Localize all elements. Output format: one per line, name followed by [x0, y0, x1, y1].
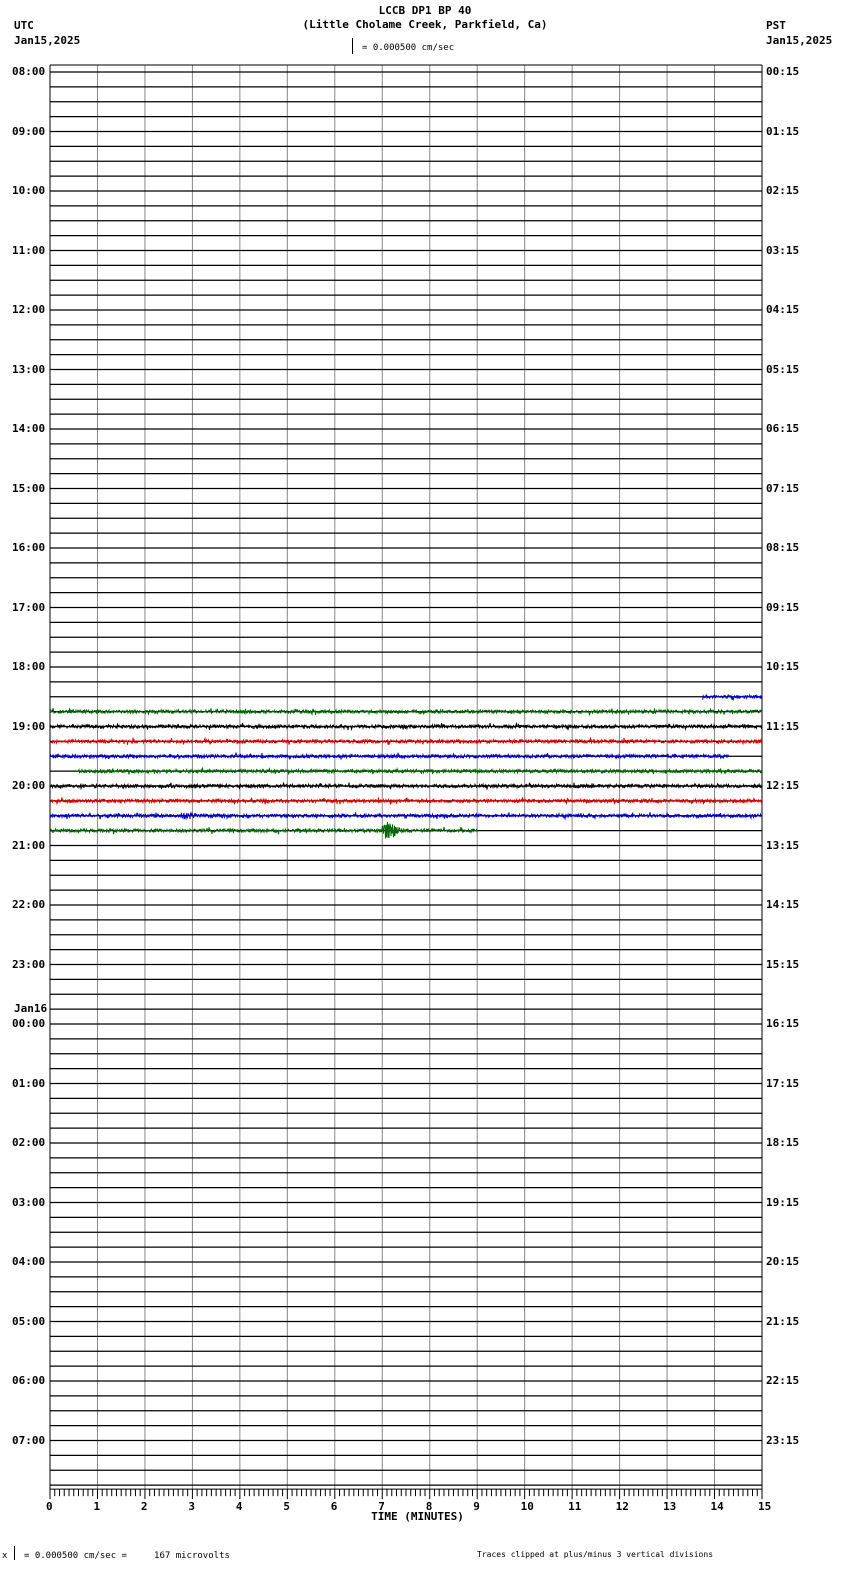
pst-hour-label: 13:15 [766, 838, 800, 852]
pst-hour-label: 17:15 [766, 1076, 800, 1090]
utc-hour-label: 08:00 [12, 65, 46, 78]
utc-hour-label: 11:00 [12, 243, 46, 257]
utc-hour-label: 06:00 [12, 1374, 46, 1387]
seismic-trace [49, 781, 763, 791]
x-axis-label: TIME (MINUTES) [371, 1510, 464, 1523]
pst-hour-label: 06:15 [766, 422, 800, 435]
pst-hour-label: 08:15 [766, 541, 800, 554]
pst-hour-label: 10:15 [766, 660, 800, 673]
footer-scale-text: = 0.000500 cm/sec = 167 microvolts [24, 1551, 230, 1561]
pst-hour-label: 23:15 [766, 1433, 800, 1447]
pst-hour-label: 20:15 [766, 1255, 800, 1268]
pst-hour-label: 16:15 [766, 1017, 800, 1030]
utc-hour-label: 05:00 [12, 1314, 46, 1328]
seismic-trace [49, 707, 763, 717]
utc-hour-label: 01:00 [12, 1076, 46, 1090]
pst-hour-label: 21:15 [766, 1314, 800, 1328]
pst-hour-label: 04:15 [766, 303, 800, 316]
seismic-trace [50, 721, 763, 732]
utc-hour-label: 22:00 [12, 898, 46, 911]
pst-hour-label: 05:15 [766, 362, 800, 376]
utc-hour-label: 21:00 [12, 838, 46, 852]
pst-hour-label: 15:15 [766, 957, 800, 971]
pst-hour-label: 02:15 [766, 184, 800, 197]
clip-note: Traces clipped at plus/minus 3 vertical … [477, 1550, 714, 1559]
utc-hour-label: 12:00 [12, 303, 46, 316]
utc-hour-label: 07:00 [12, 1433, 46, 1447]
utc-hour-label: 04:00 [12, 1255, 46, 1268]
pst-hour-label: 18:15 [766, 1136, 800, 1149]
pst-hour-label: 22:15 [766, 1374, 800, 1387]
footer-marker: x [2, 1551, 8, 1561]
helicorder: LCCB DP1 BP 40 (Little Cholame Creek, Pa… [0, 0, 850, 1584]
utc-hour-label: 02:00 [12, 1136, 46, 1149]
pst-hour-label: 19:15 [766, 1195, 800, 1209]
utc-hour-label: 18:00 [12, 660, 46, 673]
utc-hour-label: 20:00 [12, 779, 46, 792]
pst-hour-label: 01:15 [766, 124, 800, 138]
utc-hour-label: 16:00 [12, 541, 46, 554]
utc-hour-label: 10:00 [12, 184, 46, 197]
pst-hour-label: 07:15 [766, 481, 800, 495]
utc-hour-label: 13:00 [12, 362, 46, 376]
utc-hour-label: 00:00 [12, 1017, 46, 1030]
date-change-label: Jan16 [14, 1002, 48, 1015]
utc-hour-label: 03:00 [12, 1195, 46, 1209]
pst-hour-label: 09:15 [766, 600, 800, 614]
pst-hour-label: 03:15 [766, 243, 800, 257]
utc-hour-label: 14:00 [12, 422, 46, 435]
pst-hour-label: 11:15 [766, 719, 800, 733]
utc-hour-label: 17:00 [12, 600, 46, 614]
pst-hour-label: 00:15 [766, 65, 800, 78]
seismic-trace [49, 811, 763, 821]
seismic-trace [49, 796, 763, 806]
utc-hour-label: 15:00 [12, 481, 46, 495]
utc-hour-label: 19:00 [12, 719, 46, 733]
pst-hour-label: 14:15 [766, 898, 800, 911]
utc-hour-label: 23:00 [12, 957, 46, 971]
footer-scale-bar-icon [14, 1546, 15, 1560]
plot-area [49, 64, 763, 1500]
utc-hour-label: 09:00 [12, 124, 46, 138]
pst-hour-label: 12:15 [766, 779, 800, 792]
